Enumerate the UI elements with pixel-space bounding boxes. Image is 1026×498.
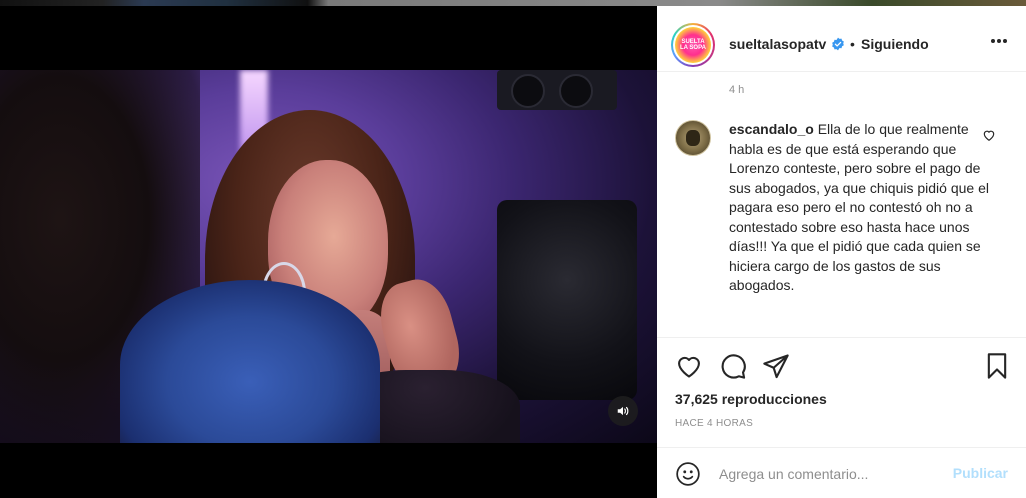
verified-badge-icon <box>832 37 844 51</box>
comment-icon[interactable] <box>719 352 747 380</box>
volume-button[interactable] <box>608 396 638 426</box>
profile-avatar[interactable]: SUELTA LA SOPA <box>671 23 715 67</box>
views-number: 37,625 <box>675 391 718 407</box>
add-comment-bar: Publicar <box>657 447 1026 498</box>
avatar-logo: SUELTA LA SOPA <box>675 27 711 63</box>
volume-icon <box>617 406 629 416</box>
following-button[interactable]: Siguiendo <box>861 36 929 52</box>
comment-input[interactable] <box>719 463 939 485</box>
instagram-post-modal: SUELTA LA SOPA sueltalasopatv • Siguiendo… <box>0 0 1026 498</box>
video-speaker <box>497 70 617 110</box>
avatar-inner: SUELTA LA SOPA <box>673 25 713 65</box>
post-header: SUELTA LA SOPA sueltalasopatv • Siguiendo <box>657 6 1026 72</box>
video-blue-shoulder <box>120 280 380 443</box>
video-equipment <box>497 200 637 400</box>
views-label: reproducciones <box>721 391 827 407</box>
comment-time: 4 h <box>729 84 745 96</box>
comment-avatar[interactable] <box>675 120 711 156</box>
comment-like-heart-icon[interactable] <box>982 128 996 142</box>
video-player[interactable] <box>0 70 657 443</box>
header-separator: • <box>850 36 855 52</box>
comments-list[interactable]: 4 h escandalo_o Ella de lo que realmente… <box>657 72 1026 337</box>
comment-body: escandalo_o Ella de lo que realmente hab… <box>729 120 991 296</box>
views-count[interactable]: 37,625 reproducciones <box>675 391 827 407</box>
video-area[interactable] <box>0 6 657 498</box>
comment-text: Ella de lo que realmente habla es de que… <box>729 121 989 293</box>
post-side-panel: SUELTA LA SOPA sueltalasopatv • Siguiendo… <box>657 6 1026 498</box>
post-timestamp[interactable]: HACE 4 HORAS <box>675 418 753 429</box>
heart-icon[interactable] <box>675 352 703 380</box>
post-username[interactable]: sueltalasopatv <box>729 36 826 52</box>
post-actions: 37,625 reproducciones HACE 4 HORAS <box>657 337 1026 447</box>
comment-username[interactable]: escandalo_o <box>729 121 814 137</box>
bookmark-icon[interactable] <box>983 352 1011 380</box>
publish-button[interactable]: Publicar <box>953 465 1008 481</box>
share-icon[interactable] <box>762 352 790 380</box>
more-options-icon[interactable] <box>990 38 1008 44</box>
emoji-icon[interactable] <box>675 461 701 487</box>
